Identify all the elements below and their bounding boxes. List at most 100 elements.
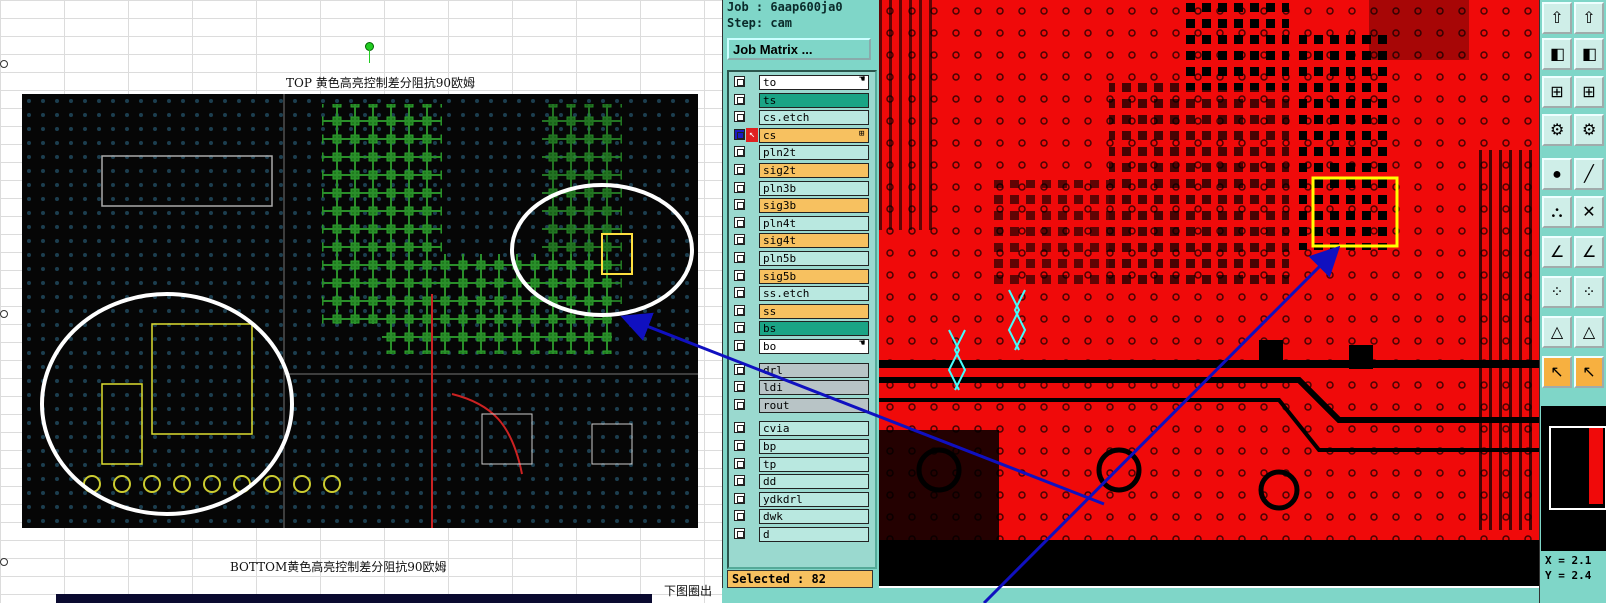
layer-checkbox[interactable]: [734, 216, 745, 228]
job-matrix-button[interactable]: Job Matrix ...: [727, 38, 871, 60]
zoom-home-button[interactable]: ⇧: [1542, 2, 1572, 34]
layer-row-sig3b[interactable]: sig3b: [731, 197, 871, 214]
select-arrow-button[interactable]: ↖: [1574, 356, 1604, 388]
layer-checkbox[interactable]: [734, 457, 745, 469]
layer-checkbox[interactable]: [734, 234, 745, 246]
layer-checkbox[interactable]: [734, 164, 745, 175]
layer-row-cs-etch[interactable]: cs.etch: [731, 109, 871, 126]
select-arrow-button[interactable]: ↖: [1542, 356, 1572, 388]
layer-row-pln5b[interactable]: pln5b: [731, 250, 871, 267]
mini-view[interactable]: [1541, 406, 1606, 551]
layer-row-drl[interactable]: drl: [731, 362, 871, 379]
resize-handle[interactable]: [0, 60, 8, 68]
connect-tool-button[interactable]: ⛬: [1542, 196, 1572, 228]
layer-name: d: [759, 527, 869, 542]
rotate-handle-stem: [369, 49, 370, 63]
layer-name: ldi: [759, 380, 869, 396]
caption-top: TOP 黄色高亮控制差分阻抗90欧姆: [286, 76, 476, 90]
job-label: Job : 6aap600ja0: [727, 0, 843, 14]
triangle-tool-button[interactable]: △: [1542, 316, 1572, 348]
layer-row-bp[interactable]: bp: [731, 438, 871, 455]
layer-checkbox[interactable]: [734, 252, 745, 263]
layer-row-sig4t[interactable]: sig4t: [731, 232, 871, 249]
layer-name: drl: [759, 362, 869, 378]
layer-menu-icon[interactable]: ⊞: [859, 129, 864, 139]
point-tool-button[interactable]: ⁘: [1542, 276, 1572, 308]
coord-y: Y = 2.4: [1545, 569, 1592, 582]
layer-checkbox[interactable]: [734, 111, 745, 123]
layer-name: dwk: [759, 509, 869, 525]
layer-name: to: [759, 75, 869, 90]
layer-row-bs[interactable]: bs: [731, 320, 871, 337]
layer-row-rout[interactable]: rout: [731, 397, 871, 414]
coord-x: X = 2.1: [1545, 554, 1592, 567]
resize-handle[interactable]: [0, 310, 8, 318]
pad-tool-button[interactable]: ●: [1542, 158, 1572, 190]
layer-checkbox[interactable]: [734, 492, 745, 504]
layer-checkbox[interactable]: [734, 93, 745, 105]
fit-button[interactable]: ⊞: [1542, 76, 1572, 108]
angle-tool-button[interactable]: ∠: [1574, 236, 1604, 268]
graphic-canvas[interactable]: [879, 0, 1539, 560]
layer-row-dd[interactable]: dd: [731, 473, 871, 490]
layer-checkbox[interactable]: [734, 181, 745, 193]
layer-checkbox[interactable]: [734, 440, 745, 451]
resize-handle[interactable]: [0, 558, 8, 566]
layer-row-pln3b[interactable]: pln3b: [731, 180, 871, 197]
layer-row-sig5b[interactable]: sig5b: [731, 268, 871, 285]
layer-row-pln2t[interactable]: pln2t: [731, 144, 871, 161]
layer-checkbox[interactable]: [734, 128, 745, 140]
status-bar: [722, 588, 1606, 603]
layer-checkbox[interactable]: [734, 76, 745, 87]
layer-row-ts[interactable]: ts: [731, 92, 871, 109]
layer-row-d[interactable]: d: [731, 526, 871, 543]
pan-left-button[interactable]: ◧: [1542, 38, 1572, 70]
layer-checkbox[interactable]: [734, 510, 745, 522]
layer-name: cs: [759, 127, 869, 143]
fit-button[interactable]: ⊞: [1574, 76, 1604, 108]
hand-pointer-icon: ☚: [859, 338, 866, 349]
layer-row-pln4t[interactable]: pln4t: [731, 215, 871, 232]
mini-view-red: [1589, 428, 1603, 504]
cross-tool-button[interactable]: ✕: [1574, 196, 1604, 228]
caption-bottom: BOTTOM黄色高亮控制差分阻抗90欧姆: [230, 560, 447, 574]
layer-row-ss-etch[interactable]: ss.etch: [731, 285, 871, 302]
layer-row-ydkdrl[interactable]: ydkdrl: [731, 491, 871, 508]
layer-row-ss[interactable]: ss: [731, 303, 871, 320]
zoom-home-button[interactable]: ⇧: [1574, 2, 1604, 34]
layer-checkbox[interactable]: [734, 269, 745, 281]
spreadsheet-area: TOP 黄色高亮控制差分阻抗90欧姆 BOTTOM黄色高亮控制差分阻抗90欧姆 …: [0, 0, 722, 603]
layer-checkbox[interactable]: [734, 304, 745, 316]
layer-checkbox[interactable]: [734, 146, 745, 158]
layer-row-tp[interactable]: tp: [731, 456, 871, 473]
pcb-bottom-image[interactable]: [56, 594, 652, 603]
layer-checkbox[interactable]: [734, 322, 745, 334]
triangle-tool-button[interactable]: △: [1574, 316, 1604, 348]
layer-row-dwk[interactable]: dwk: [731, 508, 871, 525]
layer-row-cvia[interactable]: cvia: [731, 420, 871, 437]
layer-checkbox[interactable]: [734, 528, 745, 539]
layer-checkbox[interactable]: [734, 363, 745, 375]
layer-name: sig4t: [759, 233, 869, 249]
layer-checkbox[interactable]: [734, 287, 745, 299]
layer-name: bp: [759, 439, 869, 454]
layer-row-ldi[interactable]: ldi: [731, 379, 871, 396]
layer-row-bo[interactable]: bo ☚: [731, 338, 871, 355]
line-tool-button[interactable]: ╱: [1574, 158, 1604, 190]
layer-checkbox[interactable]: [734, 381, 745, 393]
wrench-icon-button[interactable]: ⚙: [1542, 114, 1572, 146]
layer-row-sig2t[interactable]: sig2t: [731, 162, 871, 179]
pcb-top-image[interactable]: [22, 94, 698, 528]
layer-checkbox[interactable]: [734, 199, 745, 211]
layer-checkbox[interactable]: [734, 398, 745, 410]
layer-row-cs[interactable]: ↖ cs ⊞: [731, 127, 871, 144]
pan-left-button[interactable]: ◧: [1574, 38, 1604, 70]
layer-checkbox[interactable]: [734, 340, 745, 351]
layer-row-to[interactable]: to ☚: [731, 74, 871, 91]
layer-checkbox[interactable]: [734, 422, 745, 434]
point-tool-button[interactable]: ⁘: [1574, 276, 1604, 308]
wrench-icon-button[interactable]: ⚙: [1574, 114, 1604, 146]
layer-checkbox[interactable]: [734, 475, 745, 487]
angle-tool-button[interactable]: ∠: [1542, 236, 1572, 268]
layer-name: pln2t: [759, 145, 869, 161]
